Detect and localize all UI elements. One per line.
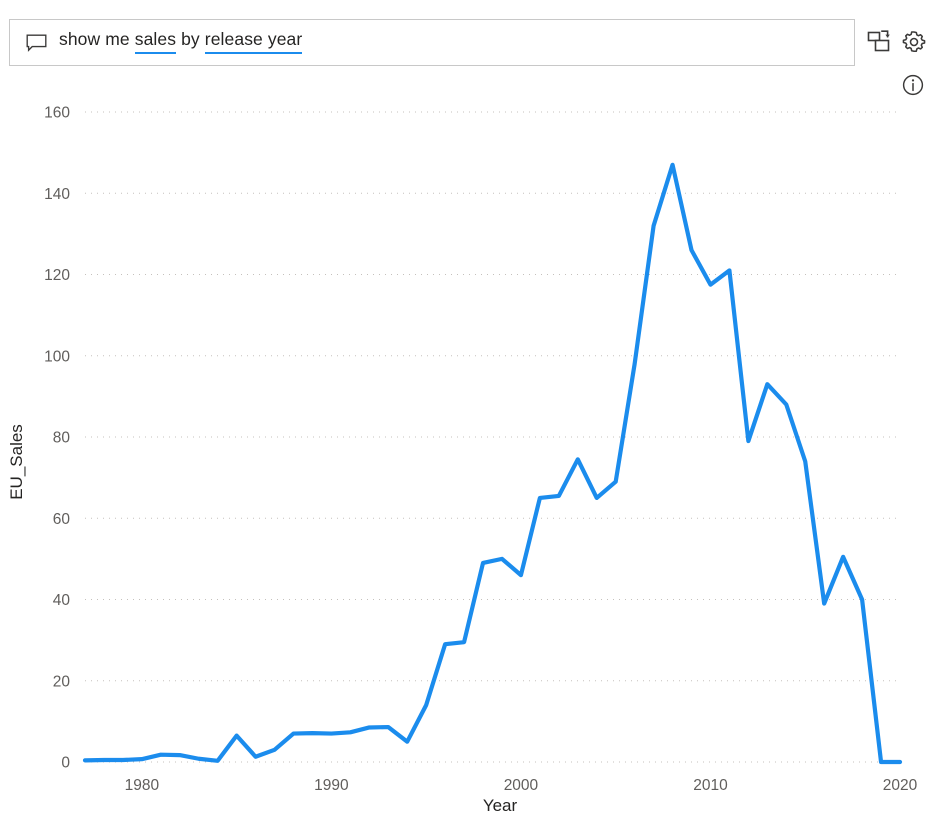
comment-bubble-icon bbox=[26, 34, 47, 52]
series-line-eu-sales[interactable] bbox=[82, 162, 903, 765]
gear-icon[interactable] bbox=[901, 29, 927, 55]
x-tick-label: 1980 bbox=[125, 777, 160, 794]
qna-segment-3: release year bbox=[204, 31, 303, 54]
chart-y-axis-ticks: 0 20 40 60 80 100 120 140 160 bbox=[44, 105, 70, 772]
x-tick-label: 1990 bbox=[314, 777, 349, 794]
qna-query-text[interactable]: show me sales by release year bbox=[59, 29, 303, 54]
x-tick-label: 2020 bbox=[883, 777, 918, 794]
y-tick-label: 40 bbox=[53, 592, 71, 609]
line-chart[interactable]: 0 20 40 60 80 100 120 140 160 1980 1990 2000 2010 20… bbox=[0, 88, 936, 823]
y-tick-label: 120 bbox=[44, 267, 70, 284]
y-tick-label: 20 bbox=[53, 673, 71, 690]
chart-x-axis-ticks: 1980 1990 2000 2010 2020 bbox=[125, 777, 918, 794]
y-tick-label: 60 bbox=[53, 511, 71, 528]
y-tick-label: 0 bbox=[61, 755, 70, 772]
chart-canvas[interactable]: 0 20 40 60 80 100 120 140 160 1980 1990 2000 2010 20… bbox=[0, 88, 936, 823]
x-tick-label: 2000 bbox=[504, 777, 539, 794]
qna-bar-row: show me sales by release year bbox=[0, 0, 936, 100]
convert-to-report-visual-icon[interactable] bbox=[867, 29, 893, 55]
y-tick-label: 140 bbox=[44, 186, 70, 203]
qna-segment-2: by bbox=[181, 29, 200, 50]
y-tick-label: 100 bbox=[44, 348, 70, 365]
x-tick-label: 2010 bbox=[693, 777, 728, 794]
qna-segment-0: show me bbox=[59, 29, 130, 50]
y-tick-label: 160 bbox=[44, 105, 70, 122]
y-tick-label: 80 bbox=[53, 430, 71, 447]
qna-segment-1: sales bbox=[134, 31, 177, 54]
chart-gridlines bbox=[85, 111, 900, 763]
x-axis-title: Year bbox=[483, 796, 518, 815]
qna-search-input[interactable]: show me sales by release year bbox=[9, 19, 855, 66]
y-axis-title: EU_Sales bbox=[7, 424, 26, 500]
